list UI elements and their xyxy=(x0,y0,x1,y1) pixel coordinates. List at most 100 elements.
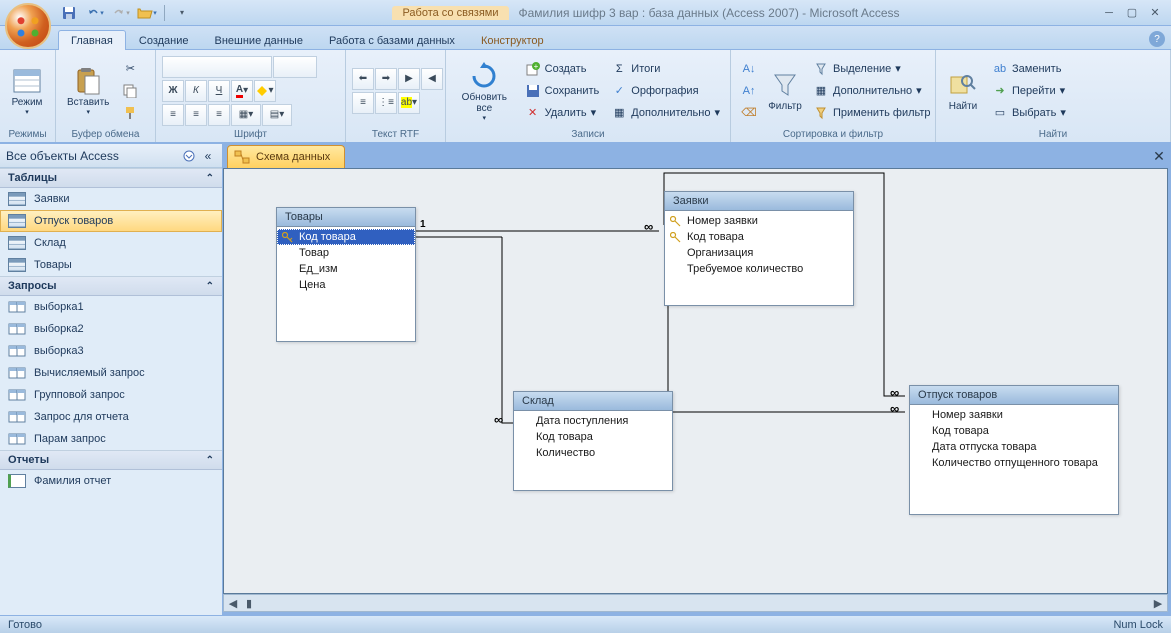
selection-button[interactable]: Выделение ▾ xyxy=(809,58,935,80)
rtl-button[interactable]: ◀ xyxy=(421,68,443,90)
mode-button[interactable]: Режим▾ xyxy=(6,56,48,126)
spelling-button[interactable]: ✓Орфография xyxy=(607,80,724,102)
db-table-otpusk[interactable]: Отпуск товаров Номер заявки Код товара Д… xyxy=(909,385,1119,515)
nav-header[interactable]: Все объекты Access « xyxy=(0,144,222,168)
db-field[interactable]: Номер заявки xyxy=(910,407,1118,423)
select-button[interactable]: ▭Выбрать ▾ xyxy=(988,102,1070,124)
font-size[interactable] xyxy=(273,56,317,78)
table-row[interactable]: Склад xyxy=(0,232,222,254)
bullets-button[interactable]: ⋮≡ xyxy=(375,92,397,114)
db-table-tovary[interactable]: Товары Код товара Товар Ед_изм Цена xyxy=(276,207,416,342)
db-field[interactable]: Организация xyxy=(665,245,853,261)
clear-sort-button[interactable]: ⌫ xyxy=(737,102,761,124)
query-row[interactable]: Парам запрос xyxy=(0,428,222,450)
align-center-button[interactable]: ≡ xyxy=(185,104,207,126)
db-field[interactable]: Требуемое количество xyxy=(665,261,853,277)
table-row[interactable]: Товары xyxy=(0,254,222,276)
advanced-filter-button[interactable]: ▦Дополнительно ▾ xyxy=(809,80,935,102)
highlight-button[interactable]: ab▾ xyxy=(398,92,420,114)
underline-button[interactable]: Ч xyxy=(208,80,230,102)
tab-create[interactable]: Создание xyxy=(126,30,202,50)
query-row[interactable]: выборка1 xyxy=(0,296,222,318)
db-field[interactable]: Количество отпущенного товара xyxy=(910,455,1118,471)
doc-close-button[interactable]: ✕ xyxy=(1151,148,1167,164)
refresh-all-button[interactable]: Обновить все▾ xyxy=(452,56,517,126)
numbering-button[interactable]: ≡ xyxy=(352,92,374,114)
query-row[interactable]: Запрос для отчета xyxy=(0,406,222,428)
delete-record-button[interactable]: ✕Удалить ▾ xyxy=(521,102,604,124)
query-row[interactable]: выборка2 xyxy=(0,318,222,340)
office-button[interactable] xyxy=(5,3,51,49)
more-button[interactable]: ▦Дополнительно ▾ xyxy=(607,102,724,124)
nav-dropdown-icon[interactable] xyxy=(181,148,197,164)
totals-button[interactable]: ΣИтоги xyxy=(607,58,724,80)
toggle-filter-button[interactable]: Применить фильтр xyxy=(809,102,935,124)
table-row[interactable]: Заявки xyxy=(0,188,222,210)
scroll-right-icon[interactable]: ▶ xyxy=(1149,595,1167,611)
query-row[interactable]: Вычисляемый запрос xyxy=(0,362,222,384)
nav-collapse-icon[interactable]: « xyxy=(200,148,216,164)
increase-indent[interactable]: ➡ xyxy=(375,68,397,90)
tab-constructor[interactable]: Конструктор xyxy=(468,30,557,50)
scroll-left-icon[interactable]: ◀ xyxy=(224,595,242,611)
scroll-thumb[interactable]: ▮ xyxy=(242,595,256,611)
doc-tab-schema[interactable]: Схема данных xyxy=(227,145,345,168)
nav-section-tables[interactable]: Таблицы⌃ xyxy=(0,168,222,188)
bold-button[interactable]: Ж xyxy=(162,80,184,102)
minimize-button[interactable]: ─ xyxy=(1099,5,1119,21)
db-field[interactable]: Код товара xyxy=(910,423,1118,439)
db-table-header[interactable]: Склад xyxy=(514,392,672,411)
font-family[interactable] xyxy=(162,56,272,78)
gridlines-button[interactable]: ▦▾ xyxy=(231,104,261,126)
align-left-button[interactable]: ≡ xyxy=(162,104,184,126)
report-row[interactable]: Фамилия отчет xyxy=(0,470,222,492)
help-button[interactable]: ? xyxy=(1149,31,1165,47)
db-field[interactable]: Код товара xyxy=(665,229,853,245)
nav-section-queries[interactable]: Запросы⌃ xyxy=(0,276,222,296)
decrease-indent[interactable]: ⬅ xyxy=(352,68,374,90)
db-field[interactable]: Дата поступления xyxy=(514,413,672,429)
db-field[interactable]: Товар xyxy=(277,245,415,261)
db-table-header[interactable]: Заявки xyxy=(665,192,853,211)
close-button[interactable]: ✕ xyxy=(1145,5,1165,21)
maximize-button[interactable]: ▢ xyxy=(1122,5,1142,21)
filter-button[interactable]: Фильтр xyxy=(765,56,805,126)
tab-dbtools[interactable]: Работа с базами данных xyxy=(316,30,468,50)
altrow-button[interactable]: ▤▾ xyxy=(262,104,292,126)
horizontal-scrollbar[interactable]: ◀ ▮ ▶ xyxy=(223,594,1168,612)
italic-button[interactable]: К xyxy=(185,80,207,102)
db-field[interactable]: Код товара xyxy=(514,429,672,445)
db-field[interactable]: Ед_изм xyxy=(277,261,415,277)
align-right-button[interactable]: ≡ xyxy=(208,104,230,126)
cut-button[interactable]: ✂ xyxy=(118,58,142,80)
db-field[interactable]: Цена xyxy=(277,277,415,293)
new-record-button[interactable]: +Создать xyxy=(521,58,604,80)
query-row[interactable]: Групповой запрос xyxy=(0,384,222,406)
query-row[interactable]: выборка3 xyxy=(0,340,222,362)
open-icon[interactable]: ▾ xyxy=(136,3,158,23)
fill-color-button[interactable]: ▾ xyxy=(254,80,276,102)
db-table-header[interactable]: Товары xyxy=(277,208,415,227)
save-record-button[interactable]: Сохранить xyxy=(521,80,604,102)
relationships-canvas[interactable]: 1 ∞ ∞ ∞ ∞ Товары Код товара Товар Ед_изм… xyxy=(223,168,1168,594)
paste-button[interactable]: Вставить▾ xyxy=(62,56,114,126)
replace-button[interactable]: abЗаменить xyxy=(988,58,1070,80)
qat-customize[interactable]: ▾ xyxy=(171,3,193,23)
goto-button[interactable]: ➜Перейти ▾ xyxy=(988,80,1070,102)
format-painter-button[interactable] xyxy=(118,102,142,124)
copy-button[interactable] xyxy=(118,80,142,102)
undo-icon[interactable]: ▾ xyxy=(84,3,106,23)
sort-asc-button[interactable]: A↓ xyxy=(737,58,761,80)
db-field[interactable]: Количество xyxy=(514,445,672,461)
db-field[interactable]: Номер заявки xyxy=(665,213,853,229)
table-row[interactable]: Отпуск товаров xyxy=(0,210,222,232)
font-color-button[interactable]: А▾ xyxy=(231,80,253,102)
redo-icon[interactable]: ▾ xyxy=(110,3,132,23)
ltr-button[interactable]: ▶ xyxy=(398,68,420,90)
find-button[interactable]: Найти xyxy=(942,56,984,126)
db-field[interactable]: Дата отпуска товара xyxy=(910,439,1118,455)
db-table-sklad[interactable]: Склад Дата поступления Код товара Количе… xyxy=(513,391,673,491)
nav-section-reports[interactable]: Отчеты⌃ xyxy=(0,450,222,470)
save-icon[interactable] xyxy=(58,3,80,23)
db-table-header[interactable]: Отпуск товаров xyxy=(910,386,1118,405)
